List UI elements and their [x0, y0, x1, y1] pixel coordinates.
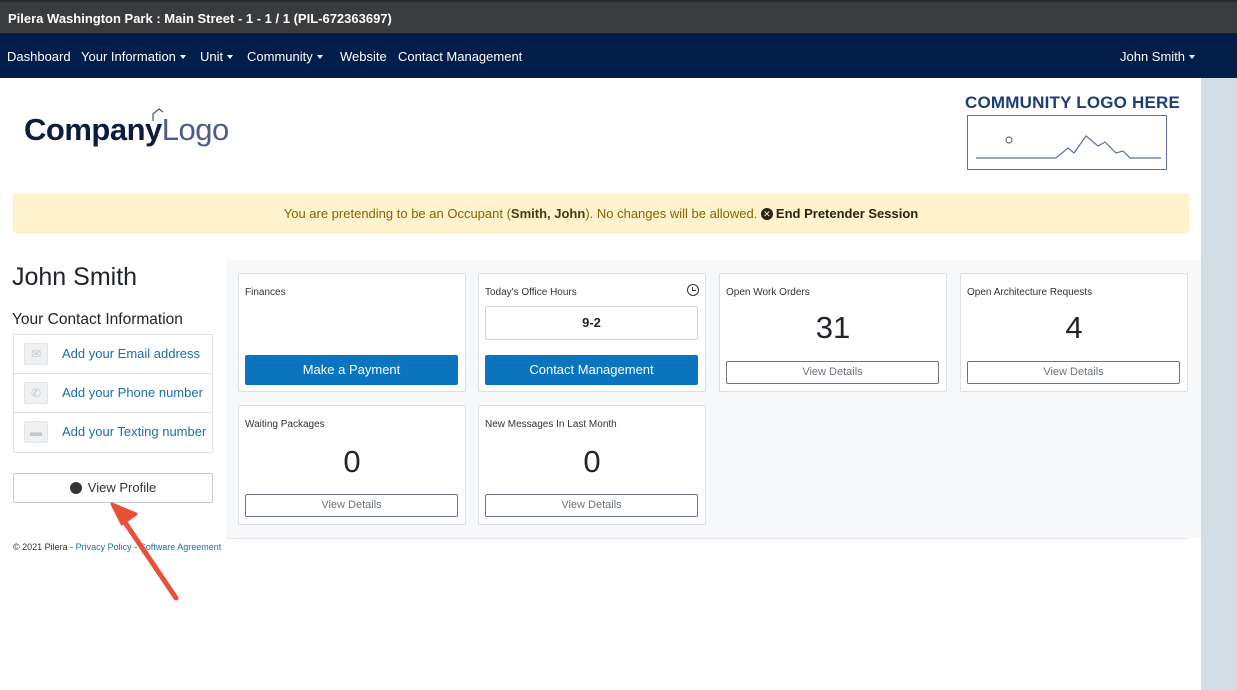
card-title: New Messages In Last Month [485, 419, 617, 430]
nav-label: Community [247, 49, 313, 64]
card-title: Finances [245, 287, 286, 298]
nav-website[interactable]: Website [340, 49, 387, 64]
nav-dashboard[interactable]: Dashboard [7, 49, 71, 64]
dashboard-panel: Finances Make a Payment Today's Office H… [226, 260, 1201, 538]
contact-management-button[interactable]: Contact Management [485, 355, 698, 385]
community-logo: COMMUNITY LOGO HERE [965, 93, 1181, 170]
architecture-view-details-button[interactable]: View Details [967, 361, 1180, 384]
nav-label: Your Information [81, 49, 176, 64]
clock-icon [687, 284, 699, 296]
office-hours-card: Today's Office Hours 9-2 Contact Managem… [478, 273, 706, 392]
nav-label: Dashboard [7, 49, 71, 64]
footer-divider [226, 538, 1189, 539]
close-circle-icon: ✕ [760, 207, 773, 220]
annotation-arrow [110, 502, 179, 601]
messages-view-details-button[interactable]: View Details [485, 494, 698, 517]
caret-down-icon [1189, 54, 1196, 59]
nav-contact-management[interactable]: Contact Management [398, 49, 522, 64]
caret-down-icon [179, 54, 186, 59]
page-content: CompanyLogo COMMUNITY LOGO HERE You are … [0, 78, 1201, 690]
architecture-requests-card: Open Architecture Requests 4 View Detail… [960, 273, 1188, 392]
alert-text-suffix: ). No changes will be allowed. [585, 206, 758, 221]
window-title: Pilera Washington Park : Main Street - 1… [0, 0, 1237, 33]
work-orders-card: Open Work Orders 31 View Details [719, 273, 947, 392]
new-messages-card: New Messages In Last Month 0 View Detail… [478, 405, 706, 525]
alert-text-prefix: You are pretending to be an Occupant ( [283, 206, 511, 221]
end-pretender-session-link[interactable]: ✕ End Pretender Session [760, 206, 919, 221]
mountain-icon [976, 135, 1161, 159]
work-orders-count: 31 [815, 310, 851, 345]
nav-community[interactable]: Community [247, 49, 323, 64]
nav-label: Contact Management [398, 49, 523, 64]
user-name: John Smith [1120, 49, 1186, 64]
card-title: Today's Office Hours [485, 287, 577, 298]
packages-view-details-button[interactable]: View Details [245, 494, 458, 517]
waiting-packages-count: 0 [343, 444, 361, 479]
caret-down-icon [316, 54, 323, 59]
make-payment-button[interactable]: Make a Payment [245, 355, 458, 385]
caret-down-icon [227, 54, 234, 59]
work-orders-view-details-button[interactable]: View Details [726, 361, 939, 384]
end-session-label: End Pretender Session [775, 206, 919, 221]
new-messages-count: 0 [583, 444, 601, 479]
card-title: Waiting Packages [245, 419, 325, 430]
card-title: Open Architecture Requests [967, 287, 1093, 298]
user-menu[interactable]: John Smith [1120, 49, 1196, 64]
nav-unit[interactable]: Unit [200, 49, 234, 64]
finances-card: Finances Make a Payment [238, 273, 466, 392]
top-navbar: Dashboard Your Information Unit Communit… [0, 33, 1237, 78]
alert-occupant-name: Smith, John [510, 206, 586, 221]
community-logo-text: COMMUNITY LOGO HERE [965, 93, 1181, 112]
nav-label: Unit [200, 49, 224, 64]
architecture-requests-count: 4 [1065, 310, 1083, 345]
community-logo-frame [967, 115, 1167, 170]
card-title: Open Work Orders [726, 287, 810, 298]
nav-label: Website [340, 49, 387, 64]
nav-your-information[interactable]: Your Information [81, 49, 186, 64]
office-hours-value: 9-2 [485, 306, 698, 340]
waiting-packages-card: Waiting Packages 0 View Details [238, 405, 466, 525]
